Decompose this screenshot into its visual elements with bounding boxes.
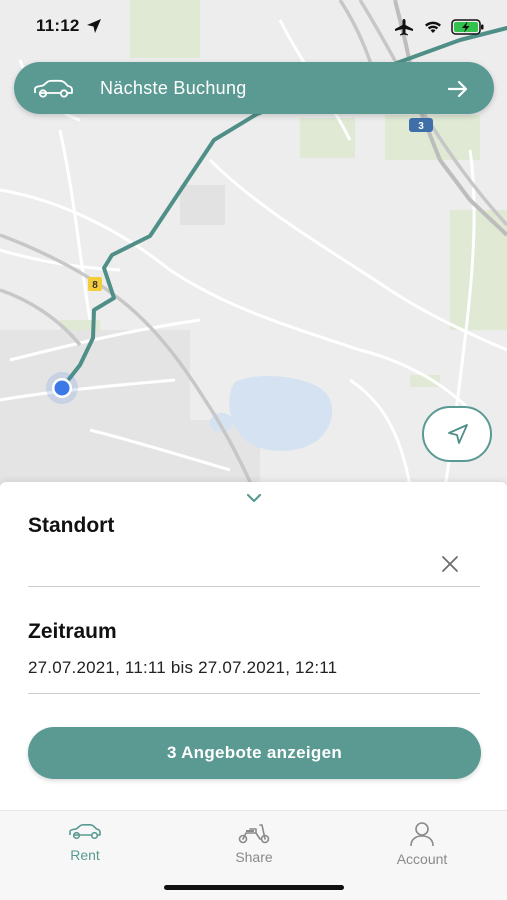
wifi-icon bbox=[425, 21, 441, 33]
clear-icon[interactable] bbox=[440, 554, 460, 574]
home-indicator[interactable] bbox=[164, 885, 344, 890]
show-offers-button[interactable]: 3 Angebote anzeigen bbox=[28, 727, 481, 779]
tab-rent-label: Rent bbox=[70, 847, 100, 863]
search-sheet: Standort Zeitraum 27.07.2021, 11:11 bis … bbox=[0, 482, 507, 812]
tab-account[interactable]: Account bbox=[362, 821, 482, 877]
period-value[interactable]: 27.07.2021, 11:11 bis 27.07.2021, 12:11 bbox=[28, 658, 337, 678]
next-booking-button[interactable]: Nächste Buchung bbox=[14, 62, 494, 114]
location-input[interactable] bbox=[28, 546, 480, 587]
location-title: Standort bbox=[28, 514, 115, 537]
status-icons bbox=[393, 17, 485, 37]
navigation-arrow-icon bbox=[448, 424, 468, 444]
airplane-mode-icon bbox=[395, 19, 413, 36]
next-booking-label: Nächste Buchung bbox=[100, 78, 247, 98]
tab-share-label: Share bbox=[235, 849, 273, 865]
status-bar: 11:12 bbox=[0, 0, 507, 54]
battery-charging-icon bbox=[451, 19, 484, 35]
person-icon bbox=[410, 822, 434, 847]
location-arrow-icon bbox=[87, 19, 101, 33]
scooter-icon bbox=[238, 824, 270, 844]
chevron-down-icon[interactable] bbox=[244, 492, 264, 504]
arrow-right-icon bbox=[447, 80, 468, 98]
screen: 3 8 11:12 Nächste Buchung Standort Zeitr… bbox=[0, 0, 507, 900]
period-title: Zeitraum bbox=[28, 620, 117, 643]
locate-me-button[interactable] bbox=[422, 406, 492, 462]
tab-rent[interactable]: Rent bbox=[25, 821, 145, 877]
car-icon bbox=[69, 824, 101, 840]
car-icon bbox=[34, 79, 73, 98]
current-location-dot bbox=[46, 372, 78, 404]
status-time: 11:12 bbox=[36, 16, 80, 35]
svg-text:8: 8 bbox=[92, 280, 98, 291]
period-divider bbox=[28, 693, 480, 694]
tab-account-label: Account bbox=[396, 851, 448, 867]
tab-share[interactable]: Share bbox=[194, 821, 314, 877]
road-badge-3: 3 bbox=[409, 118, 433, 132]
svg-text:3: 3 bbox=[418, 121, 424, 132]
road-badge-8: 8 bbox=[88, 277, 102, 291]
